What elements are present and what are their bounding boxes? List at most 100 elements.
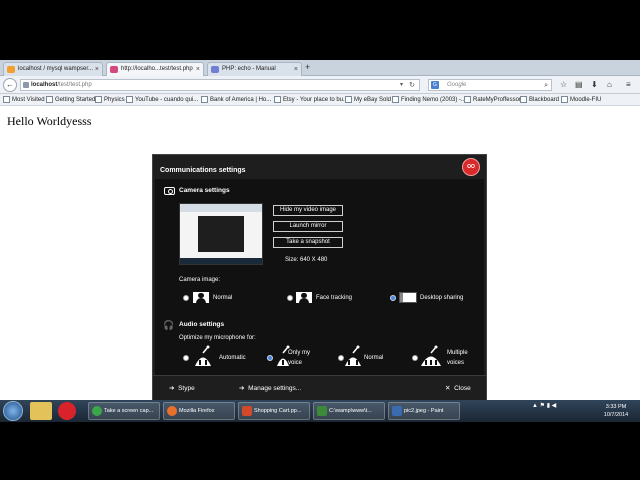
dialog-footer: ➔ Stype ➔ Manage settings... ✕ Close <box>153 375 486 402</box>
taskbar-item-chrome[interactable]: Take a screen cap... <box>88 402 160 420</box>
radio-desktop-sharing[interactable] <box>390 295 396 301</box>
close-button[interactable]: ✕ Close <box>445 384 471 392</box>
bookmarks-menu-icon[interactable]: ▤ <box>575 80 583 89</box>
bookmark-label: Physics <box>104 97 125 103</box>
close-icon[interactable]: × <box>95 63 99 76</box>
opera-icon[interactable] <box>58 402 76 420</box>
hide-video-button[interactable]: Hide my video image <box>273 205 343 216</box>
close-icon[interactable]: × <box>294 63 298 76</box>
camera-option-face-tracking: Face tracking <box>316 295 353 301</box>
new-tab-button[interactable]: + <box>305 62 310 72</box>
tab-label: PHP: echo - Manual <box>222 66 276 72</box>
bookmark-item[interactable]: YouTube - cuando qui... <box>126 95 198 105</box>
site-identity-icon[interactable] <box>23 82 29 88</box>
page-content: Hello Worldyesss Communications settings… <box>0 107 640 403</box>
bookmark-label: Getting Started <box>55 97 96 103</box>
bookmark-icon <box>3 96 10 103</box>
bookmark-item[interactable]: Bank of America | Ho... <box>201 95 271 105</box>
page-favicon-icon <box>110 66 118 73</box>
audio-option-only-my-voice-line1: Only my <box>288 350 311 356</box>
radio-automatic[interactable] <box>183 355 189 361</box>
clock-time: 3:33 PM <box>605 404 627 410</box>
bookmark-label: Bank of America | Ho... <box>210 97 272 103</box>
php-favicon-icon <box>211 66 219 73</box>
taskbar-item-notepad[interactable]: C:\wamp\www\t... <box>313 402 385 420</box>
person-icon <box>193 292 209 303</box>
bookmark-icon <box>392 96 399 103</box>
stype-button[interactable]: ➔ Stype <box>169 384 195 392</box>
file-explorer-icon[interactable] <box>30 402 52 420</box>
face-tracking-icon <box>296 292 312 303</box>
bookmark-item[interactable]: Blackboard <box>520 95 559 105</box>
dialog-body: Camera settings Hide my video image Laun… <box>155 179 484 375</box>
audio-option-multiple-voices-line1: Multiple <box>447 350 468 356</box>
camera-size: Size: 640 X 480 <box>285 257 328 263</box>
home-icon[interactable]: ⌂ <box>607 80 612 89</box>
bookmark-label: Moodle-FIU <box>570 97 602 103</box>
bookmark-item[interactable]: RateMyProffessor <box>464 95 521 105</box>
launch-mirror-button[interactable]: Launch mirror <box>273 221 343 232</box>
bookmark-item[interactable]: Physics <box>95 95 125 105</box>
reload-icon[interactable]: ↻ <box>409 80 415 91</box>
camera-option-desktop-sharing: Desktop sharing <box>420 295 464 301</box>
taskbar-item-paint[interactable]: pic2.jpeg - Paint <box>388 402 460 420</box>
navigation-bar: ← localhost/test/test.php ▾ ↻ G Google ⌕… <box>0 76 640 94</box>
taskbar-label: Mozilla Firefox <box>179 408 215 414</box>
taskbar-label: Shopping Cart.pp... <box>254 408 302 414</box>
system-tray: ▲ ⚑ ▮ ◀ <box>532 402 556 409</box>
close-icon[interactable]: × <box>196 63 200 76</box>
start-button[interactable] <box>3 401 23 421</box>
mic-multiple-voices-icon <box>420 345 442 367</box>
menu-icon[interactable]: ≡ <box>626 80 631 89</box>
bookmark-label: Most Visited <box>12 97 45 103</box>
bookmark-item[interactable]: Most Visited <box>3 95 45 105</box>
camera-image-label: Camera image: <box>179 277 221 283</box>
manage-settings-button[interactable]: ➔ Manage settings... <box>239 384 301 392</box>
download-icon[interactable]: ⬇ <box>591 80 598 89</box>
address-bar[interactable]: localhost/test/test.php ▾ ↻ <box>20 79 420 91</box>
preview-dialog <box>198 216 244 252</box>
bookmark-icon <box>561 96 568 103</box>
radio-camera-normal[interactable] <box>183 295 189 301</box>
flag-icon[interactable]: ⚑ <box>540 403 545 409</box>
windows-taskbar: Take a screen cap... Mozilla Firefox Sho… <box>0 400 640 422</box>
bookmark-item[interactable]: Etsy - Your place to bu... <box>274 95 348 105</box>
volume-icon[interactable]: ◀ <box>552 403 557 409</box>
tab-label: localhost / mysql wampser... <box>18 66 94 72</box>
search-placeholder: Google <box>447 82 467 88</box>
close-icon: ✕ <box>445 385 451 392</box>
bookmark-item[interactable]: Moodle-FIU <box>561 95 601 105</box>
taskbar-item-firefox[interactable]: Mozilla Firefox <box>163 402 235 420</box>
bookmark-star-icon[interactable]: ☆ <box>560 80 567 89</box>
tab-phpmyadmin[interactable]: localhost / mysql wampser... × <box>3 62 103 76</box>
search-input[interactable]: G Google ⌕ <box>428 79 552 91</box>
tab-test-php[interactable]: http://localho...test/test.php × <box>106 62 204 76</box>
radio-face-tracking[interactable] <box>287 295 293 301</box>
chevron-down-icon[interactable]: ▾ <box>400 80 403 91</box>
taskbar-item-powerpoint[interactable]: Shopping Cart.pp... <box>238 402 310 420</box>
bookmark-item[interactable]: Getting Started <box>46 95 95 105</box>
bookmark-icon <box>464 96 471 103</box>
bookmark-item[interactable]: Finding Nemo (2003) -... <box>392 95 466 105</box>
notepad-icon <box>317 406 327 416</box>
paint-icon <box>392 406 402 416</box>
communications-settings-dialog: Communications settings OO Camera settin… <box>152 154 487 403</box>
back-button[interactable]: ← <box>3 78 17 92</box>
bank-icon <box>201 96 208 103</box>
mic-automatic-icon <box>192 345 214 367</box>
headset-icon: 🎧 <box>163 320 175 330</box>
bookmark-label: YouTube - cuando qui... <box>135 97 199 103</box>
network-icon[interactable]: ▮ <box>547 403 550 409</box>
take-snapshot-button[interactable]: Take a snapshot <box>273 237 343 248</box>
show-hidden-icons-icon[interactable]: ▲ <box>532 403 538 409</box>
preview-taskbar <box>180 258 262 264</box>
radio-multiple-voices[interactable] <box>412 355 418 361</box>
arrow-right-icon: ➔ <box>239 385 245 392</box>
bookmark-label: Finding Nemo (2003) -... <box>401 97 467 103</box>
system-clock[interactable]: 3:33 PM 10/7/2014 <box>596 403 636 419</box>
bookmark-item[interactable]: My eBay Sold <box>345 95 391 105</box>
tab-php-manual[interactable]: PHP: echo - Manual × <box>207 62 302 76</box>
taskbar-label: C:\wamp\www\t... <box>329 408 372 414</box>
search-icon[interactable]: ⌕ <box>544 80 548 91</box>
google-icon[interactable]: G <box>431 81 439 89</box>
